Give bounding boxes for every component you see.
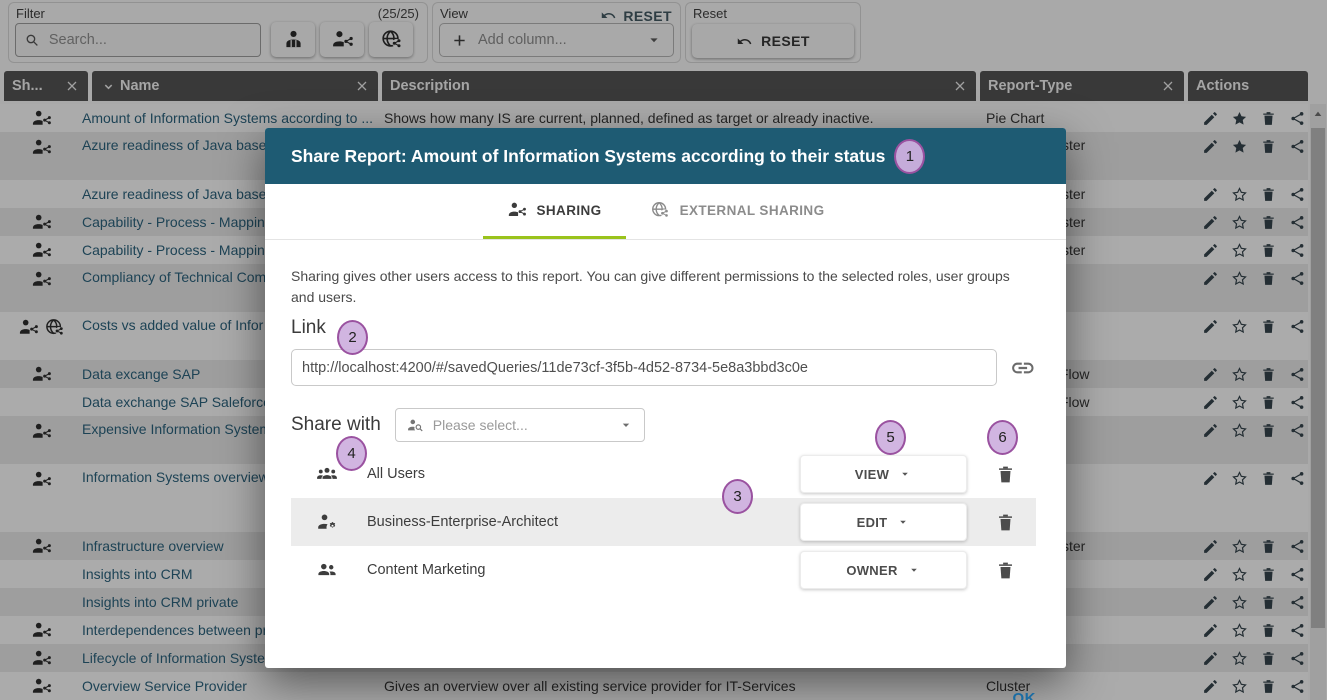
remove-share-icon[interactable] [995,559,1016,582]
share-with-heading: Share with [291,414,381,436]
annotation-badge-5: 5 [875,420,906,455]
share-entry-row: All Users VIEW [291,450,1036,498]
share-entry-name: Business-Enterprise-Architect [367,514,558,530]
chevron-down-icon [907,563,921,577]
link-heading: Link [291,317,1036,339]
link-icon[interactable] [1010,355,1036,381]
permission-label: EDIT [857,515,888,530]
tab-sharing[interactable]: SHARING [483,184,626,239]
globe-share-icon [650,200,670,220]
permission-dropdown[interactable]: EDIT [800,503,967,541]
chevron-down-icon [898,467,912,481]
share-entry-row: Business-Enterprise-Architect EDIT [291,498,1036,546]
share-entry-name: All Users [367,466,425,482]
permission-label: OWNER [846,563,897,578]
person-share-icon [507,200,527,220]
permission-dropdown[interactable]: OWNER [800,551,967,589]
select-placeholder: Please select... [433,417,528,433]
annotation-badge-4: 4 [336,436,367,471]
person-search-icon [406,416,425,435]
remove-share-icon[interactable] [995,463,1016,486]
tab-external-sharing[interactable]: EXTERNAL SHARING [626,184,849,239]
share-entry-name: Content Marketing [367,562,485,578]
annotation-badge-6: 6 [987,420,1018,455]
annotation-badge-3: 3 [722,479,753,514]
person-gear-icon [316,511,338,533]
tab-label: SHARING [537,203,602,218]
chevron-down-icon [896,515,910,529]
share-link-input[interactable] [291,349,997,386]
groups-icon [316,463,338,485]
dialog-title: Share Report: Amount of Information Syst… [291,146,885,167]
annotation-badge-2: 2 [337,320,368,355]
ok-button[interactable]: OK [1007,689,1043,700]
share-entries-list: All Users VIEW Business-Enterprise-Archite… [291,450,1036,594]
remove-share-icon[interactable] [995,511,1016,534]
dialog-body: Sharing gives other users access to this… [265,240,1066,700]
annotation-badge-1: 1 [894,139,925,174]
app-window: Filter (25/25) View RESET [0,0,1327,700]
dialog-title-bar: Share Report: Amount of Information Syst… [265,128,1066,184]
dialog-tabs: SHARING EXTERNAL SHARING [265,184,1066,240]
chevron-down-icon [618,417,634,433]
share-with-select[interactable]: Please select... [395,408,645,442]
people-icon [316,559,338,581]
share-report-dialog: Share Report: Amount of Information Syst… [265,128,1066,668]
share-entry-row: Content Marketing OWNER [291,546,1036,594]
sharing-intro-text: Sharing gives other users access to this… [291,266,1036,308]
permission-dropdown[interactable]: VIEW [800,455,967,493]
permission-label: VIEW [855,467,889,482]
tab-label: EXTERNAL SHARING [680,203,825,218]
